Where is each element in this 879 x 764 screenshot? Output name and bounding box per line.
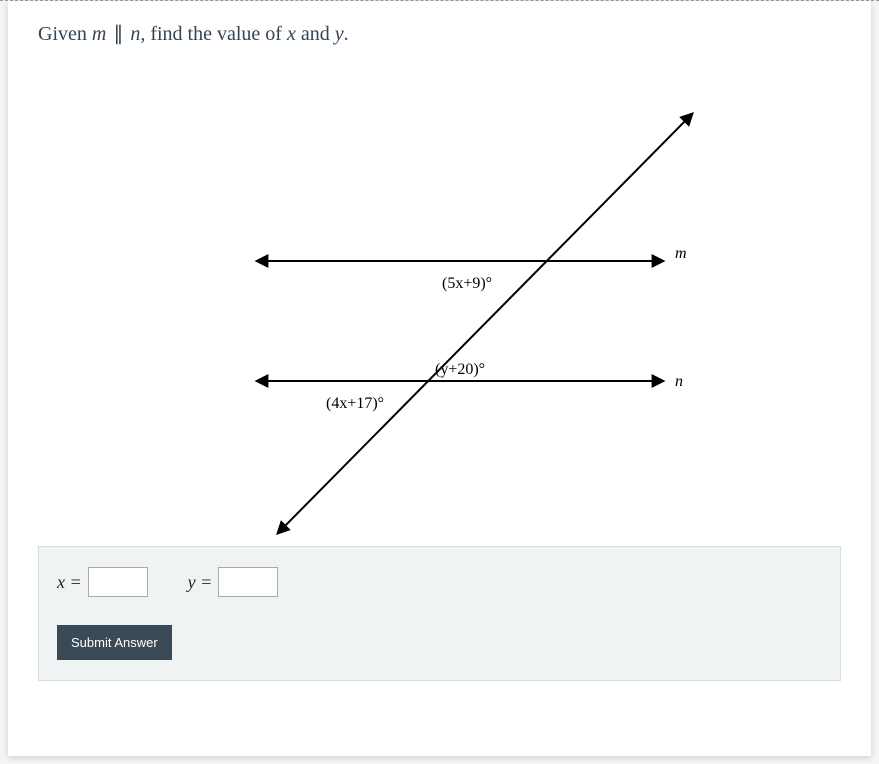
diagram-svg: m n (5x+9)° (y+20)° (4x+17)°	[160, 56, 720, 536]
problem-statement: Given m ∥ n, find the value of x and y.	[38, 21, 841, 46]
geometry-diagram: m n (5x+9)° (y+20)° (4x+17)°	[38, 56, 841, 546]
text-given: Given	[38, 23, 92, 45]
submit-button[interactable]: Submit Answer	[57, 625, 172, 660]
angle-label-1: (5x+9)°	[442, 275, 492, 292]
angle-label-2: (y+20)°	[435, 361, 485, 378]
y-input[interactable]	[218, 567, 278, 597]
x-answer-group: x =	[57, 567, 148, 597]
y-answer-group: y =	[188, 567, 279, 597]
line-n-label: n	[675, 373, 683, 390]
answer-row: x = y =	[57, 567, 822, 597]
text-period: .	[344, 23, 349, 45]
answer-panel: x = y = Submit Answer	[38, 546, 841, 681]
var-m: m	[92, 23, 106, 45]
x-label: x =	[57, 572, 82, 593]
x-input[interactable]	[88, 567, 148, 597]
y-label: y =	[188, 572, 213, 593]
angle-label-3: (4x+17)°	[326, 395, 384, 412]
var-n: n	[130, 23, 140, 45]
text-find: , find the value of	[140, 23, 287, 45]
problem-container: Given m ∥ n, find the value of x and y. …	[8, 1, 871, 756]
text-and: and	[296, 23, 335, 45]
parallel-symbol: ∥	[111, 21, 125, 46]
var-y: y	[335, 23, 344, 45]
var-x: x	[287, 23, 296, 45]
line-m-label: m	[675, 245, 687, 262]
transversal-line	[280, 116, 690, 531]
